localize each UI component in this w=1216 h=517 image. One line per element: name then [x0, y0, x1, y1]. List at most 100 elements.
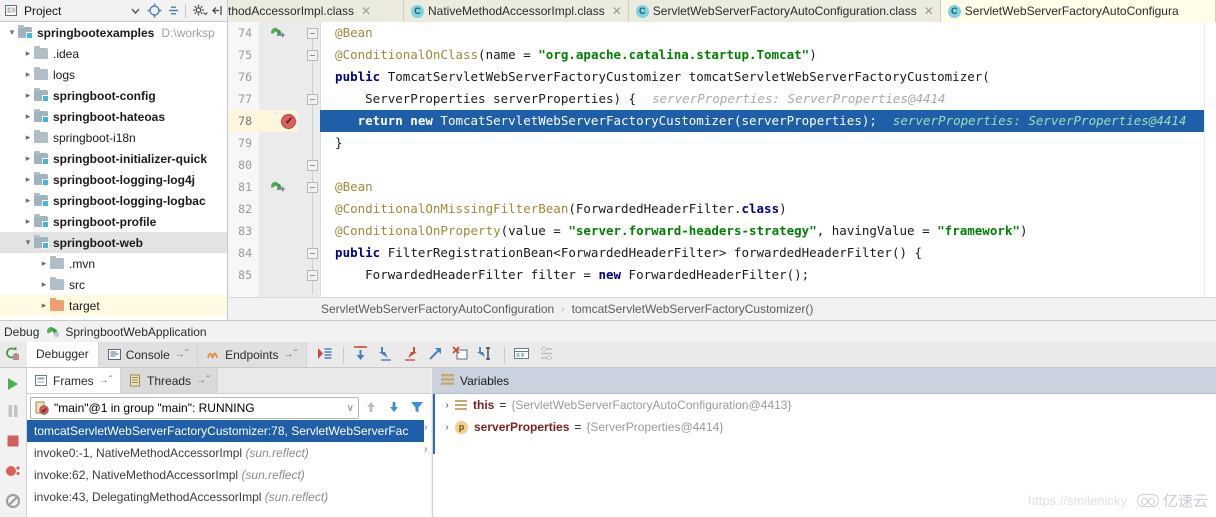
chevron-right-icon[interactable]: ▸ — [22, 174, 34, 185]
pause-program-icon[interactable] — [3, 401, 24, 422]
tree-row[interactable]: ▸ logs — [0, 64, 227, 85]
fold-minus-icon[interactable] — [307, 160, 318, 171]
code-text-area[interactable]: @Bean @ConditionalOnClass(name = "org.ap… — [320, 22, 1216, 297]
scroll-right-icon[interactable]: › — [424, 444, 427, 455]
settings-list-icon[interactable] — [537, 344, 558, 365]
stop-icon[interactable] — [3, 431, 24, 452]
chevron-right-icon[interactable]: ▸ — [22, 153, 34, 164]
rerun-icon[interactable] — [3, 344, 24, 365]
expand-collapse-icon[interactable] — [165, 2, 182, 19]
tree-row[interactable]: ▸ springboot-logging-logbac — [0, 190, 227, 211]
code-line[interactable]: @Bean — [320, 176, 1216, 198]
project-tree[interactable]: ▾ springbootexamples D:\worksp ▸ .idea ▸… — [0, 22, 228, 320]
stack-frame-row[interactable]: invoke:43, DelegatingMethodAccessorImpl … — [27, 486, 431, 508]
step-out-icon[interactable] — [426, 344, 447, 365]
tree-row-selected[interactable]: ▾ springboot-web — [0, 232, 227, 253]
fold-minus-icon[interactable] — [307, 28, 318, 39]
fold-minus-icon[interactable] — [307, 50, 318, 61]
tree-row[interactable]: ▸ springboot-logging-log4j — [0, 169, 227, 190]
stack-frame-row[interactable]: invoke:62, NativeMethodAccessorImpl (sun… — [27, 464, 431, 486]
stack-frame-row[interactable]: invoke0:-1, NativeMethodAccessorImpl (su… — [27, 442, 431, 464]
tree-row[interactable]: ▸ .mvn — [0, 253, 227, 274]
variable-row[interactable]: › this = {ServletWebServerFactoryAutoCon… — [433, 394, 1216, 416]
pin-icon[interactable]: →˝ — [196, 375, 209, 386]
step-into-icon[interactable] — [376, 344, 397, 365]
breadcrumb-class[interactable]: ServletWebServerFactoryAutoConfiguration — [321, 302, 554, 316]
drop-frame-icon[interactable] — [451, 344, 472, 365]
frame-down-icon[interactable] — [385, 398, 405, 418]
code-line[interactable]: @Bean — [320, 22, 1216, 44]
mute-breakpoints-icon[interactable] — [3, 491, 24, 512]
scroll-right-icon[interactable]: › — [424, 422, 427, 433]
chevron-right-icon[interactable]: ▸ — [22, 132, 34, 143]
run-configuration-name[interactable]: SpringbootWebApplication — [65, 325, 206, 339]
run-to-cursor-icon[interactable] — [476, 344, 497, 365]
stack-frame-row-selected[interactable]: tomcatServletWebServerFactoryCustomizer:… — [27, 420, 431, 442]
code-line[interactable]: public TomcatServletWebServerFactoryCust… — [320, 66, 1216, 88]
tab-threads[interactable]: Threads →˝ — [121, 368, 219, 393]
step-over-icon[interactable] — [351, 344, 372, 365]
filter-icon[interactable] — [408, 398, 428, 418]
tree-row[interactable]: ▾ springbootexamples D:\worksp — [0, 22, 227, 43]
force-step-into-icon[interactable] — [401, 344, 422, 365]
code-editor[interactable]: 74 75 76 77 78 79 80 81 82 83 84 85 ✓ @B… — [229, 22, 1216, 297]
tree-row[interactable]: ▸ springboot-i18n — [0, 127, 227, 148]
settings-gear-icon[interactable] — [191, 2, 208, 19]
chevron-right-icon[interactable]: ▸ — [38, 258, 50, 269]
chevron-right-icon[interactable]: › — [439, 422, 455, 433]
pin-icon[interactable]: →˝ — [283, 349, 296, 360]
tab-console[interactable]: Console →˝ — [98, 342, 199, 367]
pin-icon[interactable]: →˝ — [175, 349, 188, 360]
fold-minus-icon[interactable] — [307, 182, 318, 193]
variables-panel[interactable]: Variables › this = {ServletWebServerFact… — [432, 368, 1216, 517]
show-execution-point-icon[interactable] — [315, 344, 336, 365]
code-line-executing[interactable]: return new TomcatServletWebServerFactory… — [320, 110, 1216, 132]
breakpoint-icon[interactable]: ✓ — [281, 114, 296, 129]
code-line[interactable]: ServerProperties serverProperties) {serv… — [320, 88, 1216, 110]
frame-up-icon[interactable] — [362, 398, 382, 418]
close-icon[interactable]: ✕ — [361, 5, 371, 17]
editor-tab[interactable]: C ServletWebServerFactoryAutoConfigurati… — [628, 0, 941, 22]
tree-row[interactable]: ▸ .idea — [0, 43, 227, 64]
resume-program-icon[interactable] — [3, 374, 24, 395]
editor-tab[interactable]: thodAccessorImpl.class ✕ — [228, 0, 404, 22]
call-stack-list[interactable]: tomcatServletWebServerFactoryCustomizer:… — [27, 420, 431, 517]
gutter-icons[interactable]: ✓ — [259, 22, 298, 297]
code-line[interactable]: @ConditionalOnMissingFilterBean(Forwarde… — [320, 198, 1216, 220]
tree-row[interactable]: ▸ springboot-profile — [0, 211, 227, 232]
chevron-down-icon[interactable]: ∨ — [347, 403, 354, 414]
code-line[interactable]: @ConditionalOnProperty(value = "server.f… — [320, 220, 1216, 242]
tree-row[interactable]: ▸ springboot-hateoas — [0, 106, 227, 127]
chevron-right-icon[interactable]: ▸ — [22, 48, 34, 59]
chevron-down-icon[interactable] — [127, 2, 144, 19]
chevron-right-icon[interactable]: ▸ — [22, 69, 34, 80]
chevron-right-icon[interactable]: ▸ — [22, 216, 34, 227]
fold-minus-icon[interactable] — [307, 248, 318, 259]
tree-row[interactable]: ▸ src — [0, 274, 227, 295]
chevron-right-icon[interactable]: ▸ — [38, 300, 50, 311]
tree-row[interactable]: ▸ springboot-initializer-quick — [0, 148, 227, 169]
chevron-right-icon[interactable]: ▸ — [22, 195, 34, 206]
frames-scrollbar[interactable]: › › — [424, 420, 431, 517]
tab-endpoints[interactable]: Endpoints →˝ — [198, 342, 307, 367]
code-line[interactable]: public FilterRegistrationBean<ForwardedH… — [320, 242, 1216, 264]
editor-tab[interactable]: C NativeMethodAccessorImpl.class ✕ — [404, 0, 629, 22]
tree-row[interactable]: ▸ target — [0, 295, 227, 316]
variable-row[interactable]: › p serverProperties = {ServerProperties… — [433, 416, 1216, 438]
run-bean-gutter-icon[interactable] — [269, 179, 285, 195]
editor-tab-active[interactable]: C ServletWebServerFactoryAutoConfigura — [940, 0, 1216, 22]
frames-panel[interactable]: Frames →˝ Threads →˝ "main"@1 in group "… — [27, 368, 431, 517]
hide-icon[interactable] — [210, 2, 227, 19]
fold-minus-icon[interactable] — [307, 94, 318, 105]
evaluate-expression-icon[interactable] — [512, 344, 533, 365]
chevron-right-icon[interactable]: ▸ — [38, 279, 50, 290]
pin-icon[interactable]: →˝ — [99, 375, 112, 386]
chevron-right-icon[interactable]: › — [439, 400, 455, 411]
close-icon[interactable]: ✕ — [612, 5, 622, 17]
chevron-right-icon[interactable]: ▸ — [22, 90, 34, 101]
code-line[interactable]: ForwardedHeaderFilter filter = new Forwa… — [320, 264, 1216, 286]
code-folding-gutter[interactable] — [298, 22, 320, 297]
code-line[interactable] — [320, 154, 1216, 176]
chevron-down-icon[interactable]: ▾ — [22, 237, 34, 248]
tree-row[interactable]: ▸ springboot-config — [0, 85, 227, 106]
